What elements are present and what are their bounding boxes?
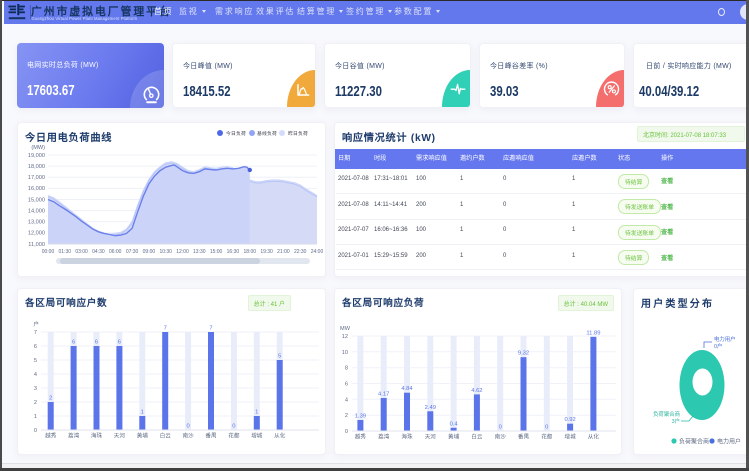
svg-text:户: 户 [33, 320, 39, 328]
svg-text:6: 6 [118, 340, 121, 346]
svg-text:南沙: 南沙 [182, 432, 194, 440]
svg-text:荔湾: 荔湾 [378, 433, 390, 441]
svg-text:16:30: 16:30 [227, 249, 240, 255]
svg-text:11.89: 11.89 [586, 330, 600, 336]
svg-text:07:30: 07:30 [126, 249, 139, 255]
svg-text:17,000: 17,000 [28, 175, 45, 181]
svg-text:0: 0 [232, 424, 235, 430]
svg-text:4: 4 [34, 372, 37, 378]
svg-text:9.32: 9.32 [518, 351, 529, 357]
svg-text:电力用户: 电力用户 [714, 335, 736, 343]
svg-text:03:00: 03:00 [75, 249, 88, 255]
svg-text:12,000: 12,000 [28, 231, 45, 237]
svg-text:负荷聚合商: 负荷聚合商 [679, 438, 709, 446]
svg-text:24:00: 24:00 [311, 249, 324, 255]
svg-text:2.49: 2.49 [425, 405, 436, 411]
svg-text:海珠: 海珠 [401, 433, 413, 441]
svg-text:13,000: 13,000 [28, 220, 45, 226]
svg-text:番禺: 番禺 [518, 434, 530, 441]
svg-text:1: 1 [34, 414, 37, 420]
svg-text:5: 5 [34, 358, 37, 364]
svg-text:0户: 0户 [714, 342, 722, 350]
svg-text:7: 7 [209, 326, 212, 332]
svg-text:2: 2 [345, 413, 348, 419]
svg-text:15,000: 15,000 [28, 197, 45, 203]
svg-text:2: 2 [49, 396, 52, 402]
svg-text:10: 10 [342, 350, 348, 356]
svg-text:海珠: 海珠 [91, 432, 103, 440]
svg-text:1: 1 [255, 410, 258, 416]
svg-text:22:30: 22:30 [294, 249, 307, 255]
svg-text:12:00: 12:00 [176, 249, 189, 255]
svg-text:6: 6 [95, 340, 98, 346]
svg-text:南沙: 南沙 [495, 433, 507, 441]
svg-text:白云: 白云 [471, 433, 483, 441]
svg-text:(MW): (MW) [31, 145, 45, 151]
svg-text:从化: 从化 [274, 432, 286, 440]
svg-text:从化: 从化 [588, 433, 600, 441]
svg-text:7: 7 [164, 326, 167, 332]
svg-text:4.62: 4.62 [471, 388, 482, 394]
svg-text:04:30: 04:30 [92, 249, 105, 255]
svg-text:0: 0 [186, 424, 189, 430]
svg-text:黄埔: 黄埔 [137, 432, 149, 440]
svg-text:01:30: 01:30 [59, 249, 72, 255]
svg-text:19:30: 19:30 [260, 249, 273, 255]
svg-text:增城: 增城 [564, 433, 576, 441]
svg-text:0: 0 [34, 428, 37, 434]
svg-text:越秀: 越秀 [355, 433, 367, 441]
svg-text:番禺: 番禺 [205, 433, 217, 440]
svg-text:0: 0 [499, 425, 502, 431]
svg-text:荔湾: 荔湾 [68, 432, 80, 440]
svg-text:6: 6 [345, 382, 348, 388]
svg-text:0.4: 0.4 [450, 421, 459, 427]
svg-text:MW: MW [340, 326, 351, 332]
svg-text:10:30: 10:30 [159, 249, 172, 255]
svg-text:4.84: 4.84 [401, 386, 413, 392]
svg-text:0: 0 [345, 429, 348, 435]
svg-text:18,000: 18,000 [28, 164, 45, 170]
svg-text:天河: 天河 [114, 432, 126, 440]
svg-text:6: 6 [34, 344, 37, 350]
svg-text:4: 4 [345, 397, 348, 403]
svg-text:09:00: 09:00 [143, 249, 156, 255]
svg-text:0: 0 [545, 425, 548, 431]
svg-text:黄埔: 黄埔 [448, 433, 460, 441]
svg-text:12: 12 [342, 334, 348, 340]
svg-text:19,000: 19,000 [28, 153, 45, 159]
svg-text:1.39: 1.39 [355, 414, 366, 420]
svg-text:3户: 3户 [672, 417, 680, 425]
svg-text:负荷聚合商: 负荷聚合商 [653, 410, 681, 418]
svg-text:电力用户: 电力用户 [717, 438, 741, 446]
svg-text:16,000: 16,000 [28, 186, 45, 192]
svg-text:花都: 花都 [541, 433, 553, 441]
svg-text:2: 2 [34, 400, 37, 406]
svg-text:11,000: 11,000 [28, 242, 45, 248]
svg-text:1: 1 [141, 410, 144, 416]
svg-text:06:00: 06:00 [109, 249, 122, 255]
svg-text:0.92: 0.92 [564, 417, 575, 423]
svg-text:18:00: 18:00 [244, 249, 257, 255]
svg-text:5: 5 [278, 354, 281, 360]
svg-text:越秀: 越秀 [45, 432, 57, 440]
svg-text:4.17: 4.17 [378, 392, 389, 398]
svg-text:13:30: 13:30 [193, 249, 206, 255]
svg-text:21:00: 21:00 [277, 249, 290, 255]
svg-text:白云: 白云 [160, 432, 172, 440]
svg-text:7: 7 [34, 330, 37, 336]
svg-text:15:00: 15:00 [210, 249, 223, 255]
svg-text:3: 3 [34, 386, 37, 392]
svg-text:花都: 花都 [228, 432, 240, 440]
svg-text:天河: 天河 [425, 433, 437, 441]
svg-text:增城: 增城 [251, 432, 263, 440]
svg-text:6: 6 [72, 340, 75, 346]
svg-text:14,000: 14,000 [28, 208, 45, 214]
svg-text:00:00: 00:00 [42, 249, 55, 255]
svg-text:8: 8 [345, 366, 348, 372]
